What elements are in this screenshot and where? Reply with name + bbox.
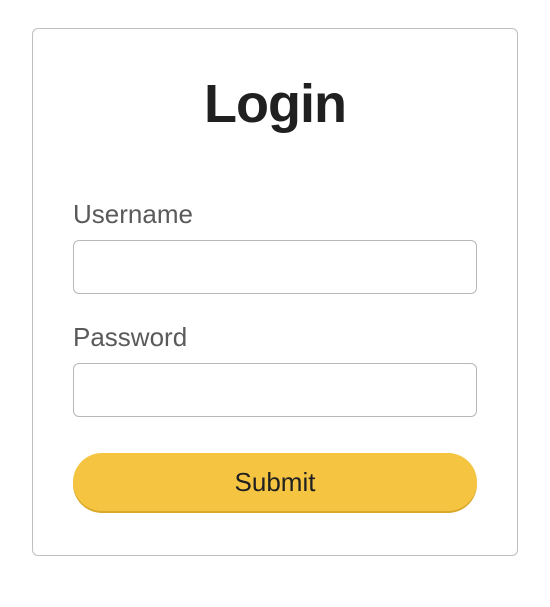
login-card: Login Username Password Submit: [32, 28, 518, 556]
login-title: Login: [73, 73, 477, 135]
password-group: Password: [73, 322, 477, 417]
submit-button[interactable]: Submit: [73, 453, 477, 511]
username-label: Username: [73, 199, 477, 230]
password-label: Password: [73, 322, 477, 353]
username-input[interactable]: [73, 240, 477, 294]
password-input[interactable]: [73, 363, 477, 417]
username-group: Username: [73, 199, 477, 294]
